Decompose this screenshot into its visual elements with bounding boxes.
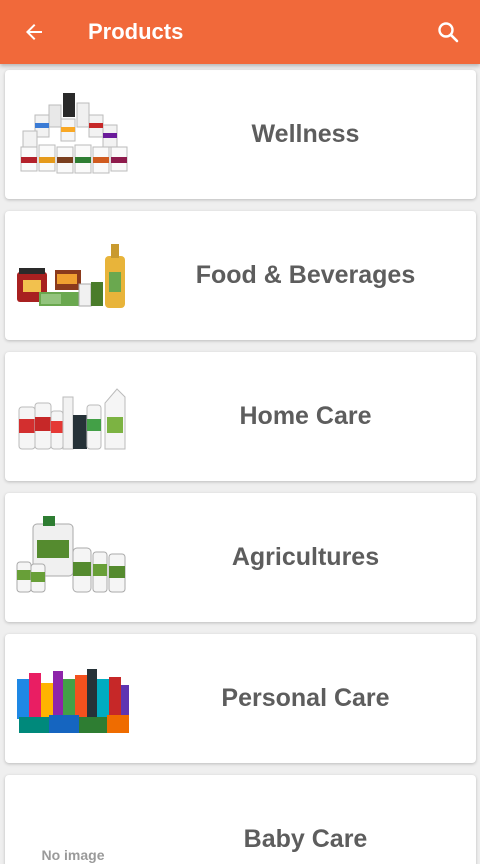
category-label-personal-care: Personal Care	[221, 684, 390, 712]
agriculture-products-image	[11, 503, 135, 613]
category-card-wellness[interactable]: Wellness	[5, 70, 476, 199]
category-card-agricultures[interactable]: Agricultures	[5, 493, 476, 622]
category-card-personal-care[interactable]: Personal Care	[5, 634, 476, 763]
personal-care-products-image	[11, 644, 135, 754]
no-image-text-line1: No image	[41, 847, 105, 863]
category-card-baby-care[interactable]: No image available Baby Care	[5, 775, 476, 864]
back-button[interactable]	[14, 12, 54, 52]
category-list[interactable]: Wellness Food & Beverages Home Care Agri…	[0, 64, 480, 864]
category-label-wellness: Wellness	[251, 120, 360, 148]
category-label-home-care: Home Care	[239, 402, 372, 430]
wellness-products-image	[11, 80, 135, 190]
category-label-baby-care: Baby Care	[243, 825, 368, 853]
category-card-home-care[interactable]: Home Care	[5, 352, 476, 481]
search-button[interactable]	[428, 12, 468, 52]
category-label-food-beverages: Food & Beverages	[195, 261, 416, 289]
no-image-placeholder: No image available	[11, 785, 135, 864]
search-icon	[438, 22, 459, 43]
arrow-left-icon	[26, 24, 42, 40]
page-title: Products	[88, 19, 184, 44]
category-card-food-beverages[interactable]: Food & Beverages	[5, 211, 476, 340]
app-bar: Products	[0, 0, 480, 64]
home-care-products-image	[11, 362, 135, 472]
food-beverages-products-image	[11, 221, 135, 331]
category-label-agricultures: Agricultures	[231, 543, 380, 571]
